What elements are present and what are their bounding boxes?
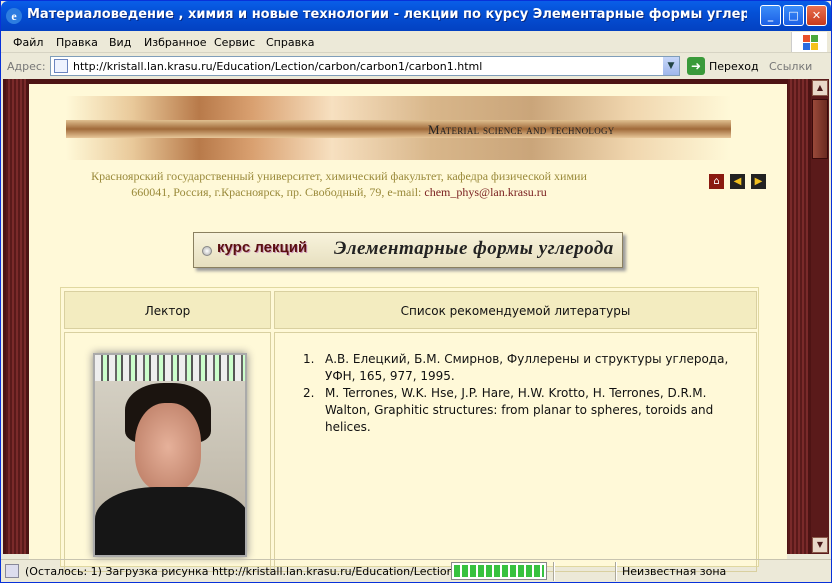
list-item: 1. А.В. Елецкий, Б.М. Смирнов, Фуллерены …	[287, 351, 742, 385]
site-banner: Material science and technology	[66, 96, 731, 160]
photo-shelf	[95, 355, 245, 381]
address-url[interactable]: http://kristall.lan.krasu.ru/Education/L…	[73, 60, 482, 73]
address-label: Адрес:	[7, 60, 46, 73]
window-title: Материаловедение , химия и новые техноло…	[27, 7, 747, 22]
lector-header: Лектор	[64, 291, 271, 329]
literature-cell: 1. А.В. Елецкий, Б.М. Смирнов, Фуллерены …	[274, 332, 757, 572]
status-divider	[615, 562, 617, 581]
security-zone: Неизвестная зона	[622, 565, 727, 578]
page-viewport: Material science and technology Краснояр…	[3, 79, 811, 572]
menu-file[interactable]: Файл	[13, 36, 43, 49]
go-arrow-icon: ➜	[687, 57, 705, 75]
status-divider	[553, 562, 555, 581]
menu-favorites[interactable]: Избранное	[144, 36, 206, 49]
address-line: 660041, Россия, г.Красноярск, пр. Свобод…	[29, 184, 649, 200]
literature-header: Список рекомендуемой литературы	[274, 291, 757, 329]
lecture-table: Лектор Список рекомендуемой литературы 1…	[60, 287, 759, 572]
address-text: 660041, Россия, г.Красноярск, пр. Свобод…	[131, 185, 425, 199]
menu-view[interactable]: Вид	[109, 36, 131, 49]
university-info: Красноярский государственный университет…	[29, 168, 649, 200]
menu-bar: Файл Правка Вид Избранное Сервис Справка	[1, 31, 831, 53]
links-button[interactable]: Ссылки	[769, 60, 812, 73]
list-item: 2. M. Terrones, W.K. Hse, J.P. Hare, H.W.…	[287, 385, 742, 436]
reference-number: 2.	[303, 386, 315, 400]
reference-list: 1. А.В. Елецкий, Б.М. Смирнов, Фуллерены …	[287, 351, 742, 436]
email-link[interactable]: chem_phys@lan.krasu.ru	[424, 185, 546, 199]
windows-logo-icon	[791, 32, 827, 52]
close-button[interactable]: ✕	[806, 5, 827, 26]
ie-icon: e	[6, 8, 22, 24]
photo-body	[95, 487, 245, 555]
lecturer-photo	[93, 353, 247, 557]
frame-left	[6, 79, 26, 554]
scroll-up-icon[interactable]: ▲	[812, 80, 828, 96]
progress-fill	[454, 565, 544, 577]
loading-icon	[5, 564, 19, 578]
home-icon[interactable]: ⌂	[709, 174, 724, 189]
status-text: (Осталось: 1) Загрузка рисунка http://kr…	[25, 565, 500, 578]
reference-text: А.В. Елецкий, Б.М. Смирнов, Фуллерены и …	[325, 352, 729, 383]
page-content: Material science and technology Краснояр…	[29, 84, 787, 572]
status-bar: (Осталось: 1) Загрузка рисунка http://kr…	[1, 559, 831, 583]
menu-help[interactable]: Справка	[266, 36, 314, 49]
address-bar: Адрес: http://kristall.lan.krasu.ru/Educ…	[1, 54, 831, 78]
page-icon	[54, 59, 68, 73]
university-line: Красноярский государственный университет…	[91, 169, 587, 183]
forward-arrow-icon[interactable]: ▶	[751, 174, 766, 189]
banner-text: Material science and technology	[428, 122, 615, 137]
address-dropdown-icon[interactable]: ▼	[663, 57, 679, 75]
reference-number: 1.	[303, 352, 315, 366]
go-button[interactable]: ➜ Переход	[687, 56, 759, 76]
vertical-scrollbar[interactable]: ▲ ▼	[811, 79, 829, 554]
back-arrow-icon[interactable]: ◀	[730, 174, 745, 189]
reference-text: M. Terrones, W.K. Hse, J.P. Hare, H.W. K…	[325, 386, 714, 434]
title-bar: e Материаловедение , химия и новые техно…	[1, 1, 831, 31]
go-label: Переход	[709, 60, 759, 73]
menu-tools[interactable]: Сервис	[214, 36, 255, 49]
menu-edit[interactable]: Правка	[56, 36, 98, 49]
photo-face	[135, 403, 201, 491]
frame-right	[788, 79, 808, 554]
banner-stripe	[66, 120, 731, 138]
course-label: курс лекций	[217, 239, 308, 256]
scroll-thumb[interactable]	[812, 99, 828, 159]
browser-window: e Материаловедение , химия и новые техно…	[0, 0, 832, 583]
course-name: Элементарные формы углерода	[334, 238, 614, 259]
lector-cell	[64, 332, 271, 572]
scroll-down-icon[interactable]: ▼	[812, 537, 828, 553]
minimize-button[interactable]: _	[760, 5, 781, 26]
bullet-icon	[202, 246, 212, 256]
maximize-button[interactable]: □	[783, 5, 804, 26]
address-input[interactable]: http://kristall.lan.krasu.ru/Education/L…	[50, 56, 680, 76]
progress-bar	[451, 562, 547, 580]
course-header: курс лекций Элементарные формы углерода	[193, 232, 623, 268]
